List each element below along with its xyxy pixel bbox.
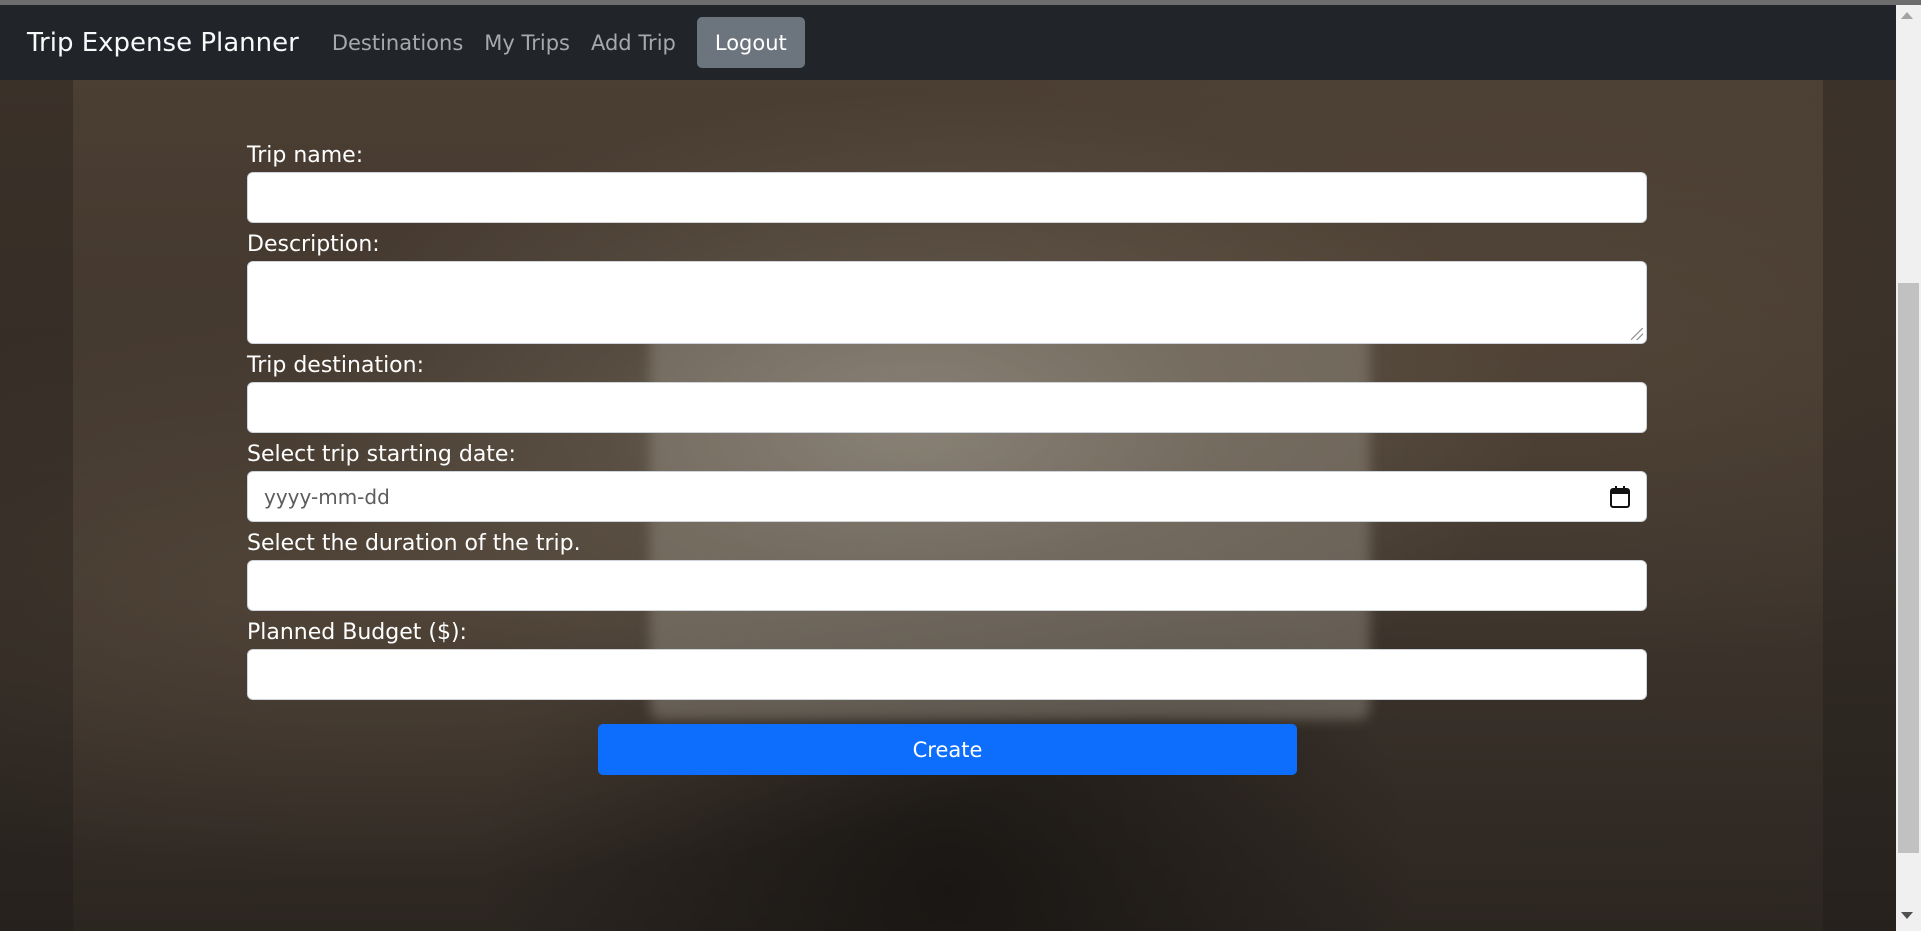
nav-link-my-trips[interactable]: My Trips [484,31,570,55]
background-right-edge [1823,80,1896,931]
budget-input[interactable] [247,649,1647,700]
trip-name-input[interactable] [247,172,1647,223]
start-date-label: Select trip starting date: [247,442,516,467]
scrollbar-thumb[interactable] [1898,283,1919,853]
duration-label: Select the duration of the trip. [247,531,581,556]
start-date-input[interactable]: yyyy-mm-dd [247,471,1647,522]
create-button[interactable]: Create [598,724,1297,775]
logout-button[interactable]: Logout [696,17,805,68]
nav-link-destinations[interactable]: Destinations [332,31,463,55]
navbar: Trip Expense Planner Destinations My Tri… [0,5,1896,80]
trip-name-label: Trip name: [247,143,364,168]
scroll-up-arrow-icon[interactable] [1901,12,1913,19]
trip-destination-input[interactable] [247,382,1647,433]
trip-destination-label: Trip destination: [247,353,424,378]
calendar-icon[interactable] [1610,485,1630,508]
description-label: Description: [247,232,380,257]
description-textarea[interactable] [247,261,1647,344]
background-left-edge [0,80,73,931]
add-trip-form: Trip name: Description: Trip destination… [247,140,1647,706]
resize-grip-icon[interactable] [1631,328,1643,340]
nav-link-add-trip[interactable]: Add Trip [591,31,676,55]
scroll-down-arrow-icon[interactable] [1901,912,1913,919]
duration-input[interactable] [247,560,1647,611]
brand-title[interactable]: Trip Expense Planner [27,28,299,58]
start-date-placeholder: yyyy-mm-dd [264,484,390,509]
budget-label: Planned Budget ($): [247,620,467,645]
